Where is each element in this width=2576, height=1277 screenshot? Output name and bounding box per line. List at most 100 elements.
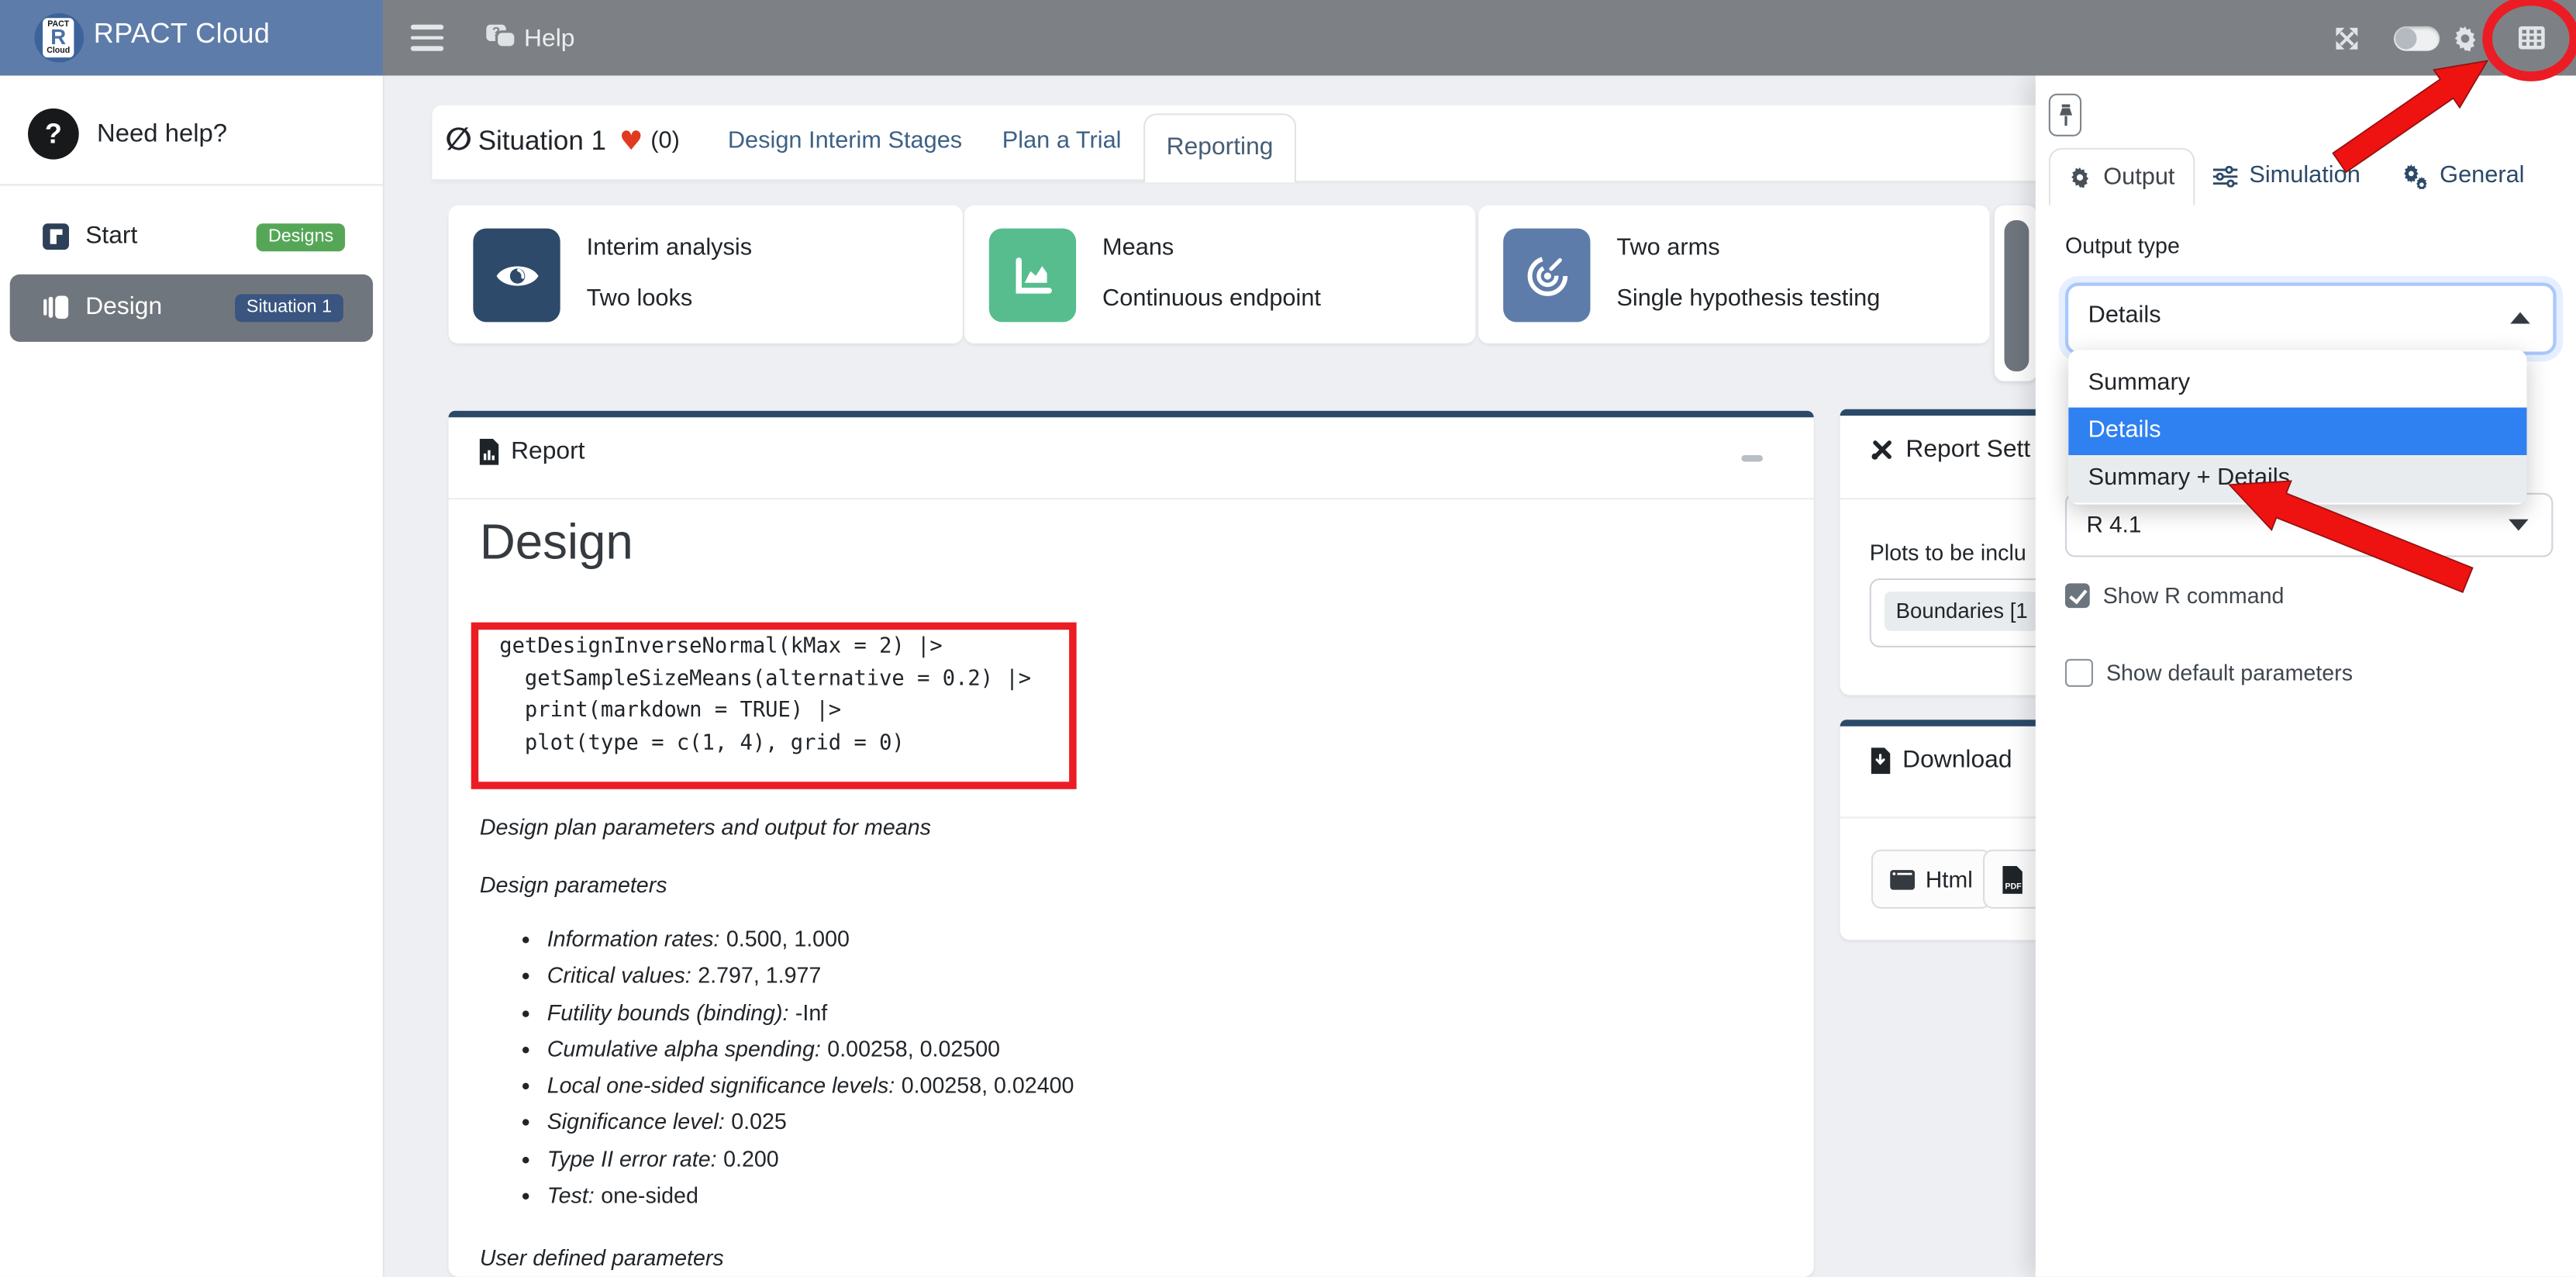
list-item: Cumulative alpha spending:0.00258, 0.025…: [547, 1032, 1074, 1068]
menu-item-details[interactable]: Details: [2068, 408, 2526, 455]
menu-item-summary-details[interactable]: Summary + Details: [2068, 455, 2526, 502]
checkbox-empty-icon[interactable]: [2065, 659, 2093, 687]
gears-icon: [2402, 164, 2428, 188]
minimize-button[interactable]: [1741, 455, 1763, 461]
hamburger-menu-icon[interactable]: [411, 25, 443, 51]
scrollbar-track[interactable]: [1995, 205, 2037, 381]
sidebar-item-label: Start: [85, 222, 137, 250]
favorite-count: (0): [650, 128, 680, 154]
need-help-icon[interactable]: ?: [28, 109, 79, 160]
start-icon: [43, 223, 69, 250]
design-parameters-list: Information rates:0.500, 1.000 Critical …: [480, 922, 1074, 1215]
download-html-button[interactable]: Html: [1871, 850, 1991, 909]
tab-plan-a-trial[interactable]: Plan a Trial: [1002, 128, 1122, 154]
apps-grid-icon[interactable]: [2519, 26, 2545, 50]
brand-area: R PACT Cloud RPACT Cloud: [0, 0, 383, 75]
card-title: Means: [1102, 235, 1174, 261]
card-title: Interim analysis: [587, 235, 752, 261]
tab-design-interim-stages[interactable]: Design Interim Stages: [728, 128, 962, 154]
output-type-value: Details: [2088, 302, 2161, 329]
designs-badge: Designs: [257, 223, 345, 251]
card-interim-analysis[interactable]: Interim analysis Two looks: [449, 205, 963, 343]
tools-icon: [1870, 437, 1895, 462]
app-title: RPACT Cloud: [94, 18, 271, 50]
card-means[interactable]: Means Continuous endpoint: [964, 205, 1475, 343]
panel-title: Report Sett: [1905, 436, 2030, 464]
report-panel: Report Design getDesignInverseNormal(kMa…: [449, 411, 1814, 1277]
card-title: Two arms: [1616, 235, 1719, 261]
sliders-icon: [2213, 165, 2238, 187]
list-item: Test:one-sided: [547, 1179, 1074, 1215]
app-header: R PACT Cloud RPACT Cloud ? Help: [0, 0, 2576, 75]
drawer-tab-simulation[interactable]: Simulation: [2213, 148, 2360, 204]
show-r-command-checkbox[interactable]: Show R command: [2065, 583, 2284, 608]
empty-set-icon: ∅: [445, 122, 472, 158]
browser-icon: [1889, 868, 1916, 890]
design-icon: [43, 294, 69, 320]
tab-reporting[interactable]: Reporting: [1143, 112, 1296, 182]
output-type-menu: Summary Details Summary + Details: [2068, 350, 2526, 504]
card-two-arms[interactable]: Two arms Single hypothesis testing: [1478, 205, 1989, 343]
download-file-icon: [1870, 747, 1891, 773]
sidebar-divider: [0, 184, 383, 185]
report-file-icon: [478, 438, 500, 464]
boundaries-chip[interactable]: Boundaries [1: [1885, 592, 2040, 631]
sidebar: ? Need help? Start Designs Design Situat…: [0, 75, 385, 1276]
need-help-label[interactable]: Need help?: [97, 120, 227, 150]
gear-icon: [2069, 166, 2092, 189]
theme-toggle[interactable]: [2394, 26, 2440, 51]
list-item: Information rates:0.500, 1.000: [547, 922, 1074, 958]
panel-title: Download: [1902, 746, 2012, 774]
chevron-down-icon: [2509, 519, 2528, 531]
checkbox-checked-icon[interactable]: [2065, 583, 2090, 608]
report-intro: Design plan parameters and output for me…: [480, 815, 931, 840]
eye-icon: [473, 229, 560, 323]
situation-badge: Situation 1: [235, 294, 343, 322]
sidebar-item-design[interactable]: Design Situation 1: [10, 274, 373, 342]
favorite-heart-icon[interactable]: ♥: [619, 125, 643, 156]
panel-title: Report: [511, 437, 585, 465]
help-button[interactable]: ? Help: [486, 19, 574, 56]
report-section-title: Design parameters: [480, 872, 667, 897]
list-item: Critical values:2.797, 1.977: [547, 958, 1074, 995]
panel-accent-bar: [449, 411, 1814, 417]
help-label: Help: [524, 24, 574, 52]
pdf-file-icon: PDF: [2001, 865, 2024, 893]
settings-gear-icon[interactable]: [2451, 25, 2479, 53]
plots-included-label: Plots to be inclu: [1870, 540, 2026, 565]
list-item: Local one-sided significance levels:0.00…: [547, 1068, 1074, 1105]
chevron-up-icon: [2510, 312, 2529, 324]
card-subtitle: Single hypothesis testing: [1616, 286, 1880, 312]
fullscreen-icon[interactable]: [2335, 26, 2360, 51]
scrollbar-thumb[interactable]: [2005, 220, 2029, 371]
card-subtitle: Two looks: [587, 286, 693, 312]
rpact-logo-icon[interactable]: R PACT Cloud: [35, 13, 84, 63]
list-item: Type II error rate:0.200: [547, 1141, 1074, 1178]
settings-drawer: Output Simulation General Output type De…: [2036, 75, 2576, 1276]
list-item: Significance level:0.025: [547, 1105, 1074, 1141]
output-type-label: Output type: [2065, 233, 2180, 258]
report-footer-section: User defined parameters: [480, 1245, 724, 1270]
report-heading: Design: [480, 516, 633, 571]
output-type-select[interactable]: Details: [2065, 283, 2557, 355]
drawer-tab-output[interactable]: Output: [2049, 148, 2195, 205]
svg-text:PDF: PDF: [2005, 881, 2022, 890]
pushpin-icon: [2056, 102, 2074, 127]
target-icon: [1503, 229, 1590, 323]
html-label: Html: [1926, 866, 1973, 892]
sidebar-item-start[interactable]: Start Designs: [10, 204, 373, 271]
card-subtitle: Continuous endpoint: [1102, 286, 1321, 312]
sidebar-item-label: Design: [85, 292, 162, 320]
rpact-cloud-app: R PACT Cloud RPACT Cloud ? Help: [0, 0, 2576, 1277]
area-chart-icon: [989, 229, 1076, 323]
help-bubbles-icon: ?: [486, 24, 516, 52]
drawer-tab-general[interactable]: General: [2402, 148, 2524, 204]
show-default-parameters-checkbox[interactable]: Show default parameters: [2065, 659, 2353, 687]
situation-tabbar: ∅ Situation 1 ♥ (0) Design Interim Stage…: [432, 105, 2045, 181]
menu-item-summary[interactable]: Summary: [2068, 360, 2526, 407]
situation-title: Situation 1: [478, 126, 606, 157]
pin-button[interactable]: [2049, 94, 2081, 136]
r-version-value: R 4.1: [2087, 511, 2142, 537]
r-code-block: getDesignInverseNormal(kMax = 2) |> getS…: [499, 631, 1031, 760]
list-item: Futility bounds (binding):-Inf: [547, 995, 1074, 1031]
